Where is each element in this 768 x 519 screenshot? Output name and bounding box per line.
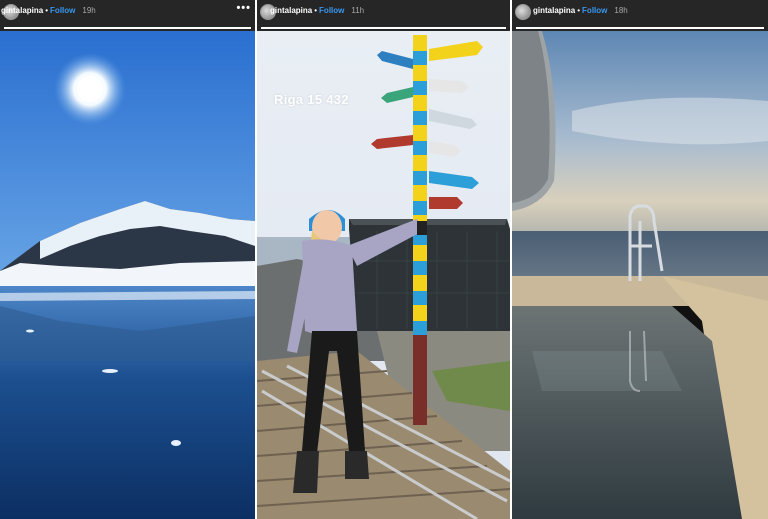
separator-dot: • [314,6,318,15]
follow-button[interactable]: Follow [582,6,607,15]
progress-bar [261,27,506,29]
story-header: gintalapina • Follow 11h [257,0,510,31]
separator-dot: • [577,6,581,15]
story-card-1[interactable]: gintalapina • Follow 19h ••• [0,0,255,519]
story-header: gintalapina • Follow 19h ••• [0,0,255,31]
story-meta: gintalapina • Follow 18h [533,5,628,17]
follow-button[interactable]: Follow [319,6,344,15]
follow-button[interactable]: Follow [50,6,75,15]
story-card-2[interactable]: gintalapina • Follow 11h Riga 15 432 [257,0,510,519]
more-dots-icon[interactable]: ••• [236,2,251,14]
story-caption: Riga 15 432 [274,92,349,107]
story-meta: gintalapina • Follow 19h [1,5,96,17]
story-time: 18h [614,6,628,15]
username-link[interactable]: gintalapina [270,6,312,15]
story-time: 11h [351,6,365,15]
progress-bar [4,27,251,29]
username-link[interactable]: gintalapina [1,6,43,15]
story-header: gintalapina • Follow 18h [512,0,768,31]
username-link[interactable]: gintalapina [533,6,575,15]
story-time: 19h [82,6,96,15]
story-image-hot-tub [512,31,768,519]
avatar[interactable] [515,4,531,20]
progress-fill [261,27,506,29]
progress-fill [516,27,764,29]
progress-fill [4,27,251,29]
story-card-3[interactable]: gintalapina • Follow 18h [512,0,768,519]
story-image-glacier [0,31,255,519]
separator-dot: • [45,6,49,15]
story-meta: gintalapina • Follow 11h [270,5,364,17]
progress-bar [516,27,764,29]
stories-strip: gintalapina • Follow 19h ••• gintalapina… [0,0,768,519]
